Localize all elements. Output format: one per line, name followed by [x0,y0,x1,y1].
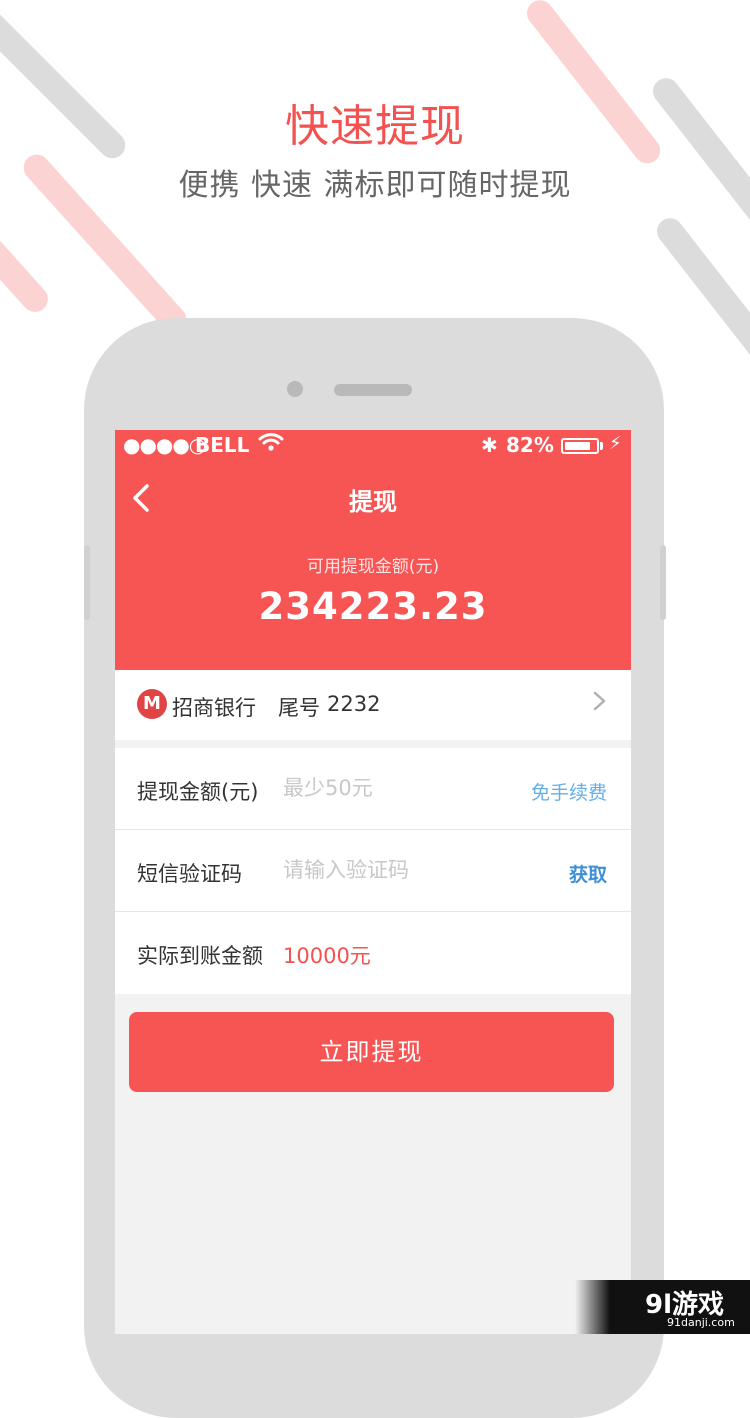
battery-percent: 82% [506,433,554,457]
battery-fill [565,442,590,450]
promo-title: 快速提现 [285,101,465,152]
balance-amount: 234223.23 [258,585,488,628]
phone-camera [287,381,303,397]
amount-label: 提现金额(元) [137,780,259,804]
watermark-url: 91danji.com [667,1316,735,1329]
wifi-icon [258,432,284,457]
balance-label: 可用提现金额(元) [306,557,440,577]
phone-speaker [334,384,412,396]
header: ●●●●○ BELL ✱ 82% ⚡ 提现 可用提现金额(元) 234223.2… [115,430,631,670]
status-bar: ●●●●○ BELL ✱ 82% ⚡ [115,430,631,460]
app-screen: ●●●●○ BELL ✱ 82% ⚡ 提现 可用提现金额(元) 234223.2… [115,430,631,1334]
sms-code-input[interactable] [283,852,513,888]
signal-indicator: ●●●●○ [123,433,206,457]
amount-input[interactable] [283,770,513,806]
card-tail-label: 尾号 [278,696,320,720]
battery-icon [561,438,599,454]
sms-label: 短信验证码 [137,862,242,886]
actual-amount-value: 10000元 [283,944,371,968]
card-tail-number: 2232 [327,692,381,716]
decor-stripe [651,212,750,387]
fee-note: 免手续费 [530,782,607,804]
bank-logo-icon: M [137,689,167,719]
actual-amount-row: 实际到账金额 10000元 [115,912,631,994]
bank-name: 招商银行 [172,696,256,720]
amount-row: 提现金额(元) 免手续费 [115,748,631,830]
battery-tip [600,442,603,450]
page-title: 提现 [349,488,397,516]
withdraw-button[interactable]: 立即提现 [129,1012,614,1092]
carrier-name: BELL [195,433,250,457]
phone-side-button [660,545,666,620]
phone-side-button [84,545,90,620]
chevron-right-icon [592,686,608,724]
watermark: 9l游戏 91danji.com [575,1280,750,1334]
get-code-button[interactable]: 获取 [569,860,607,887]
charging-icon: ⚡ [609,433,622,454]
bank-card-selector[interactable]: M 招商银行 尾号 2232 [115,670,631,740]
bluetooth-icon: ✱ [481,433,498,457]
actual-amount-label: 实际到账金额 [137,944,263,968]
sms-row: 短信验证码 获取 [115,830,631,912]
promo-subtitle: 便携 快速 满标即可随时提现 [178,168,572,203]
decor-stripe [0,229,54,318]
